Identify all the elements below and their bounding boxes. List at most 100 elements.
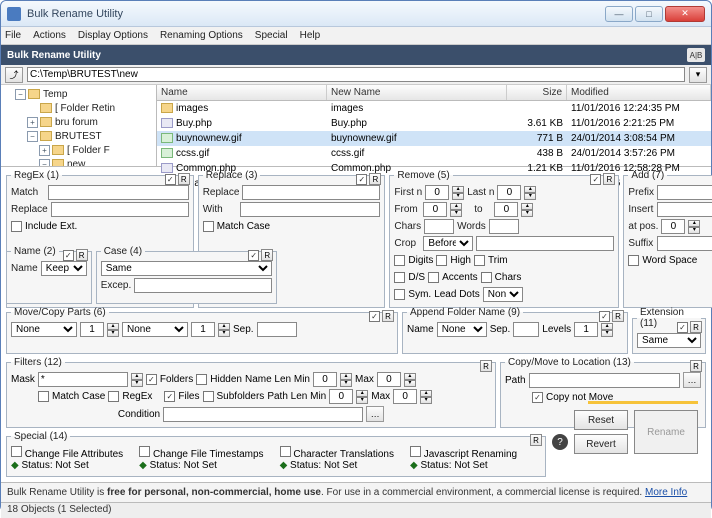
filters-subfolders-check[interactable]	[203, 391, 214, 402]
help-icon[interactable]: ?	[552, 434, 568, 450]
regex-replace-input[interactable]	[51, 202, 189, 217]
filters-mask-input[interactable]	[38, 372, 128, 387]
special-ct-check[interactable]	[280, 446, 291, 457]
remove-chars-input[interactable]	[424, 219, 454, 234]
special-cfa-check[interactable]	[11, 446, 22, 457]
regex-match-input[interactable]	[48, 185, 189, 200]
menu-display-options[interactable]: Display Options	[78, 30, 148, 41]
remove-sym-check[interactable]	[394, 289, 405, 300]
movecopy-select1[interactable]: None	[11, 322, 77, 337]
filters-regex-check[interactable]	[108, 391, 119, 402]
minimize-button[interactable]: —	[605, 6, 633, 22]
movecopy-num2[interactable]	[191, 322, 215, 337]
replace-with-input[interactable]	[240, 202, 381, 217]
add-wordspace-check[interactable]	[628, 255, 639, 266]
special-reset-button[interactable]: R	[530, 434, 542, 446]
spinner[interactable]: ▴▾	[524, 186, 536, 200]
expand-icon[interactable]: −	[27, 131, 38, 142]
spinner[interactable]: ▴▾	[688, 220, 700, 234]
appendfolder-levels-input[interactable]	[574, 322, 598, 337]
ab-icon[interactable]: A|B	[687, 48, 705, 62]
remove-leaddots-select[interactable]: Non	[483, 287, 523, 302]
filters-files-check[interactable]: ✓	[164, 391, 175, 402]
filters-pathlenmin-input[interactable]	[329, 389, 353, 404]
replace-matchcase-check[interactable]	[203, 221, 214, 232]
remove-from-input[interactable]	[423, 202, 447, 217]
close-button[interactable]: ✕	[665, 6, 705, 22]
movecopy-sep-input[interactable]	[257, 322, 297, 337]
filters-folders-check[interactable]: ✓	[146, 374, 157, 385]
spinner[interactable]: ▴▾	[218, 323, 230, 337]
movecopy-reset-button[interactable]: R	[382, 310, 394, 322]
remove-enable-check[interactable]: ✓	[590, 174, 601, 185]
remove-chars-check[interactable]	[481, 272, 492, 283]
add-atpos-input[interactable]	[661, 219, 685, 234]
regex-enable-check[interactable]: ✓	[165, 174, 176, 185]
movecopy-num1[interactable]	[80, 322, 104, 337]
regex-include-ext-check[interactable]	[11, 221, 22, 232]
extension-enable-check[interactable]: ✓	[677, 322, 688, 333]
filters-matchcase-check[interactable]	[38, 391, 49, 402]
up-folder-button[interactable]: ⤴	[5, 67, 23, 83]
appendfolder-reset-button[interactable]: R	[612, 310, 624, 322]
menu-special[interactable]: Special	[255, 30, 288, 41]
name-select[interactable]: Keep	[41, 261, 87, 276]
special-cft-check[interactable]	[139, 446, 150, 457]
filters-condition-button[interactable]: …	[366, 406, 384, 422]
col-new-name[interactable]: New Name	[327, 85, 507, 100]
remove-crop-input[interactable]	[476, 236, 614, 251]
filters-hidden-check[interactable]	[196, 374, 207, 385]
copymove-path-input[interactable]	[529, 373, 680, 388]
browse-button[interactable]: ▾	[689, 67, 707, 83]
copymove-reset-button[interactable]: R	[690, 360, 702, 372]
spinner[interactable]: ▴▾	[450, 203, 462, 217]
remove-crop-select[interactable]: Before	[423, 236, 473, 251]
revert-button[interactable]: Revert	[574, 434, 628, 454]
filters-reset-button[interactable]: R	[480, 360, 492, 372]
copymove-copynotmove-check[interactable]: ✓	[532, 392, 543, 403]
remove-trim-check[interactable]	[474, 255, 485, 266]
add-prefix-input[interactable]	[657, 185, 712, 200]
remove-words-input[interactable]	[489, 219, 519, 234]
menu-actions[interactable]: Actions	[33, 30, 66, 41]
remove-reset-button[interactable]: R	[603, 173, 615, 185]
spinner[interactable]: ▴▾	[521, 203, 533, 217]
spinner[interactable]: ▴▾	[131, 373, 143, 387]
expand-icon[interactable]: +	[39, 145, 50, 156]
file-row[interactable]: ccss.gifccss.gif438 B24/01/2014 3:57:26 …	[157, 146, 711, 161]
name-enable-check[interactable]: ✓	[63, 250, 74, 261]
file-row[interactable]: buynownew.gifbuynownew.gif771 B24/01/201…	[157, 131, 711, 146]
extension-reset-button[interactable]: R	[690, 321, 702, 333]
menu-renaming-options[interactable]: Renaming Options	[160, 30, 243, 41]
replace-enable-check[interactable]: ✓	[356, 174, 367, 185]
remove-firstn-input[interactable]	[425, 185, 449, 200]
spinner[interactable]: ▴▾	[356, 390, 368, 404]
appendfolder-name-select[interactable]: None	[437, 322, 487, 337]
expand-icon[interactable]: −	[15, 89, 26, 100]
appendfolder-enable-check[interactable]: ✓	[599, 311, 610, 322]
file-list-header[interactable]: Name New Name Size Modified	[157, 85, 711, 101]
spinner[interactable]: ▴▾	[340, 373, 352, 387]
case-enable-check[interactable]: ✓	[248, 250, 259, 261]
col-name[interactable]: Name	[157, 85, 327, 100]
path-input[interactable]	[27, 67, 685, 82]
filters-pathlenmax-input[interactable]	[393, 389, 417, 404]
remove-high-check[interactable]	[436, 255, 447, 266]
case-reset-button[interactable]: R	[261, 249, 273, 261]
file-list[interactable]: Name New Name Size Modified imagesimages…	[157, 85, 711, 166]
maximize-button[interactable]: □	[635, 6, 663, 22]
movecopy-enable-check[interactable]: ✓	[369, 311, 380, 322]
regex-reset-button[interactable]: R	[178, 173, 190, 185]
replace-input[interactable]	[242, 185, 380, 200]
file-row[interactable]: Buy.phpBuy.php3.61 KB11/01/2016 2:21:25 …	[157, 116, 711, 131]
name-reset-button[interactable]: R	[76, 249, 88, 261]
spinner[interactable]: ▴▾	[404, 373, 416, 387]
expand-icon[interactable]: −	[39, 159, 50, 167]
reset-button[interactable]: Reset	[574, 410, 628, 430]
copymove-browse-button[interactable]: …	[683, 372, 701, 388]
appendfolder-sep-input[interactable]	[513, 322, 539, 337]
special-jr-check[interactable]	[410, 446, 421, 457]
folder-tree[interactable]: −Temp [ Folder Retin +bru forum −BRUTEST…	[1, 85, 157, 166]
more-info-link[interactable]: More Info	[645, 487, 687, 498]
case-select[interactable]: Same	[101, 261, 273, 276]
